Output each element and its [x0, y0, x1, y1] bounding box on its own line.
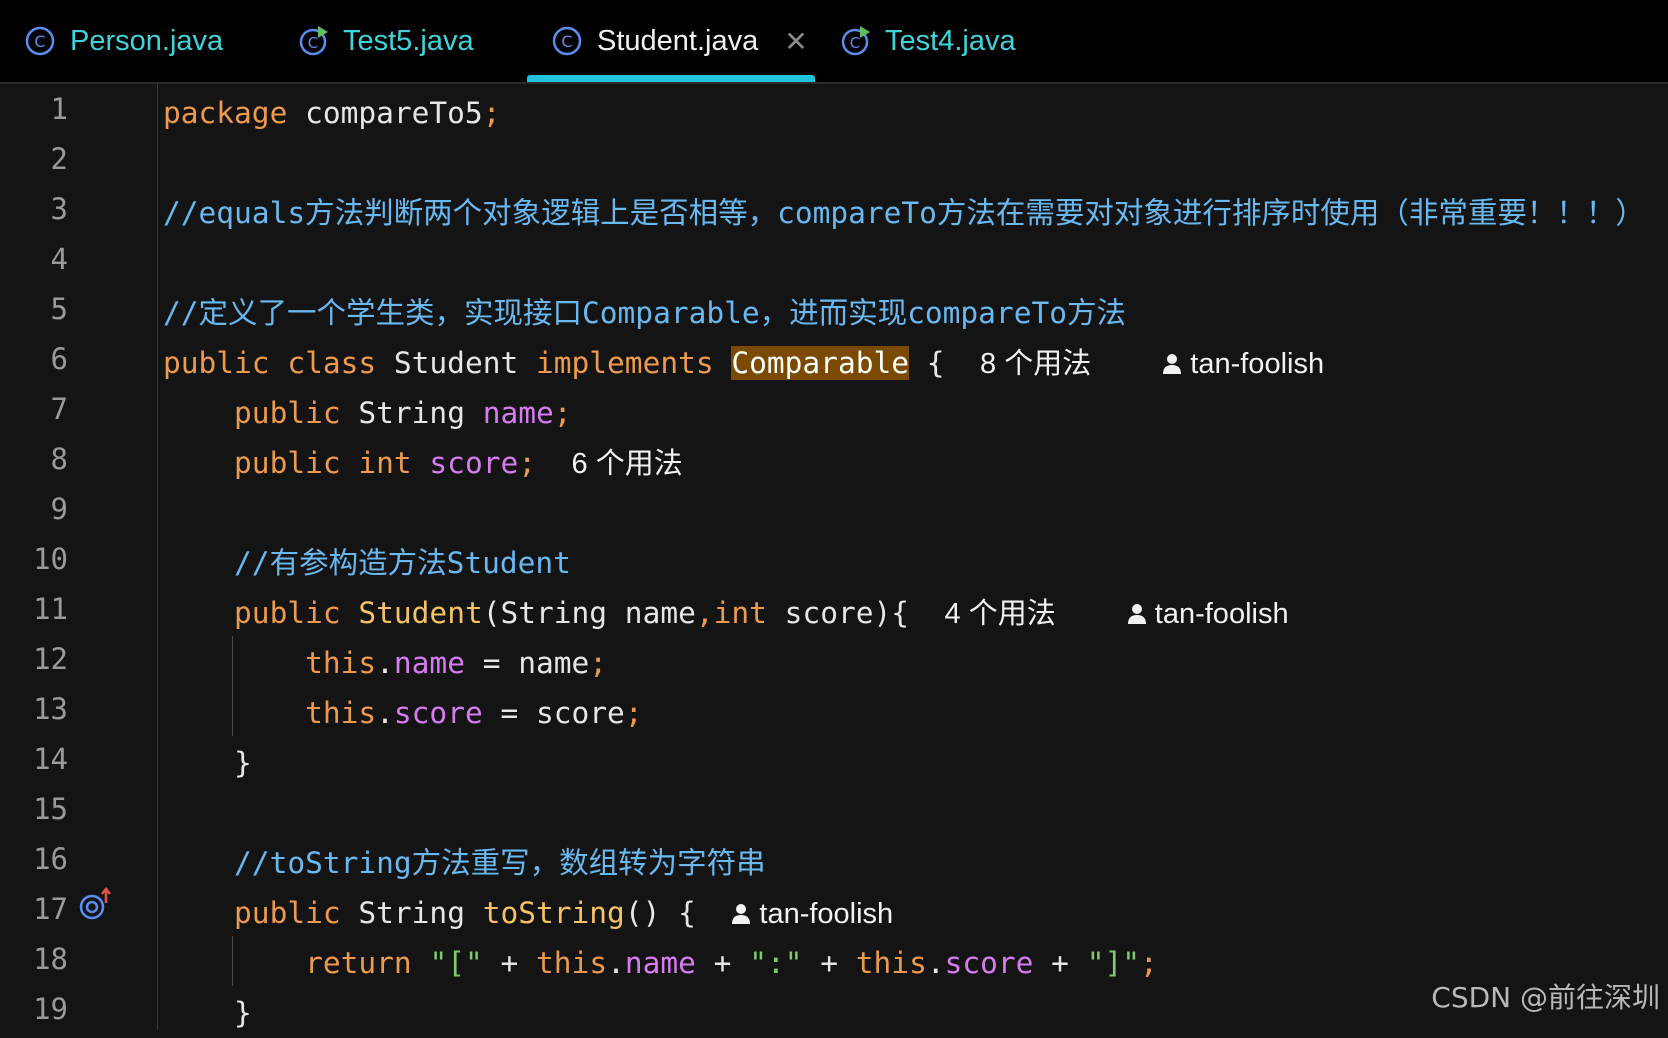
- keyword: return: [305, 946, 412, 980]
- semicolon: ;: [589, 646, 608, 680]
- comment: //定义了一个学生类，实现接口Comparable，进而实现compareTo方…: [163, 296, 1126, 330]
- code-line-1: package compareTo5;: [163, 88, 500, 138]
- comment: //toString方法重写，数组转为字符串: [234, 846, 766, 880]
- type: String: [340, 896, 483, 930]
- field-name: name: [624, 946, 696, 980]
- class-name: Student: [376, 346, 536, 380]
- params: (String name: [482, 596, 696, 630]
- params: score){: [766, 596, 910, 630]
- assignment: = name: [464, 646, 590, 680]
- code-line-7: public String name;: [163, 388, 572, 438]
- code-line-10: //有参构造方法Student: [163, 538, 571, 588]
- watermark: CSDN @前往深圳: [1431, 981, 1660, 1014]
- code-line-13: this.score = score;: [163, 688, 643, 738]
- operator: +: [802, 946, 856, 980]
- code-line-19: }: [163, 988, 252, 1038]
- code-line-16: //toString方法重写，数组转为字符串: [163, 838, 766, 888]
- semicolon: ;: [624, 696, 643, 730]
- code-line-3: //equals方法判断两个对象逻辑上是否相等，compareTo方法在需要对对…: [163, 188, 1645, 238]
- this-keyword: this: [305, 696, 377, 730]
- semicolon: ;: [553, 396, 572, 430]
- package-name: compareTo5: [287, 96, 483, 130]
- user-icon: [731, 891, 751, 924]
- usages-hint[interactable]: 6 个用法: [572, 448, 683, 480]
- assignment: = score: [482, 696, 625, 730]
- keyword: public int: [234, 446, 412, 480]
- string-literal: "]": [1086, 946, 1140, 980]
- author-hint[interactable]: tan-foolish: [731, 898, 893, 930]
- code-editor[interactable]: package compareTo5; //equals方法判断两个对象逻辑上是…: [0, 0, 1668, 1030]
- author-hint[interactable]: tan-foolish: [1162, 348, 1324, 380]
- field-name: name: [393, 646, 465, 680]
- brace: {: [908, 346, 945, 380]
- code-line-8: public int score; 6 个用法: [163, 438, 683, 488]
- dot: .: [376, 646, 394, 680]
- string-literal: "[": [429, 946, 483, 980]
- keyword: public: [234, 596, 341, 630]
- this-keyword: this: [855, 946, 927, 980]
- string-literal: ":": [749, 946, 803, 980]
- dot: .: [926, 946, 945, 980]
- code-line-17: public String toString() { tan-foolish: [163, 888, 893, 938]
- author-name: tan-foolish: [1190, 348, 1325, 380]
- dot: .: [607, 946, 625, 980]
- keyword: public class: [163, 346, 377, 380]
- code-line-5: //定义了一个学生类，实现接口Comparable，进而实现compareTo方…: [163, 288, 1126, 338]
- comment: //有参构造方法Student: [234, 546, 571, 580]
- keyword: package: [163, 96, 288, 130]
- highlighted-interface[interactable]: Comparable: [731, 346, 909, 380]
- usages-hint[interactable]: 8 个用法: [980, 348, 1091, 380]
- field-name: score: [944, 946, 1034, 980]
- operator: +: [695, 946, 750, 980]
- method-name: toString: [482, 896, 625, 930]
- user-icon: [1162, 341, 1182, 374]
- code-line-12: this.name = name;: [163, 638, 607, 688]
- operator: +: [1033, 946, 1087, 980]
- semicolon: ;: [518, 446, 536, 480]
- code-line-18: return "[" + this.name + ":" + this.scor…: [163, 938, 1158, 988]
- comment: //equals方法判断两个对象逻辑上是否相等，compareTo方法在需要对对…: [163, 196, 1645, 230]
- this-keyword: this: [305, 646, 377, 680]
- field-name: score: [393, 696, 483, 730]
- field-name: name: [482, 396, 554, 430]
- closing-brace: }: [234, 996, 252, 1030]
- field-name: score: [411, 446, 519, 480]
- usages-hint[interactable]: 4 个用法: [945, 598, 1056, 630]
- author-name: tan-foolish: [759, 898, 894, 930]
- operator: +: [482, 946, 537, 980]
- constructor-name: Student: [358, 596, 483, 630]
- code-line-11: public Student(String name,int score){ 4…: [163, 588, 1289, 638]
- code-line-6: public class Student implements Comparab…: [163, 338, 1324, 388]
- semicolon: ;: [482, 96, 501, 130]
- author-hint[interactable]: tan-foolish: [1127, 598, 1289, 630]
- keyword: implements: [536, 346, 714, 380]
- user-icon: [1127, 591, 1147, 624]
- params: () {: [624, 896, 696, 930]
- comma: ,: [695, 596, 714, 630]
- keyword: public: [234, 896, 341, 930]
- keyword: int: [713, 596, 767, 630]
- this-keyword: this: [536, 946, 608, 980]
- closing-brace: }: [234, 746, 252, 780]
- semicolon: ;: [1140, 946, 1158, 980]
- dot: .: [376, 696, 394, 730]
- keyword: public: [234, 396, 341, 430]
- code-line-14: }: [163, 738, 252, 788]
- type: String: [340, 396, 483, 430]
- author-name: tan-foolish: [1154, 598, 1289, 630]
